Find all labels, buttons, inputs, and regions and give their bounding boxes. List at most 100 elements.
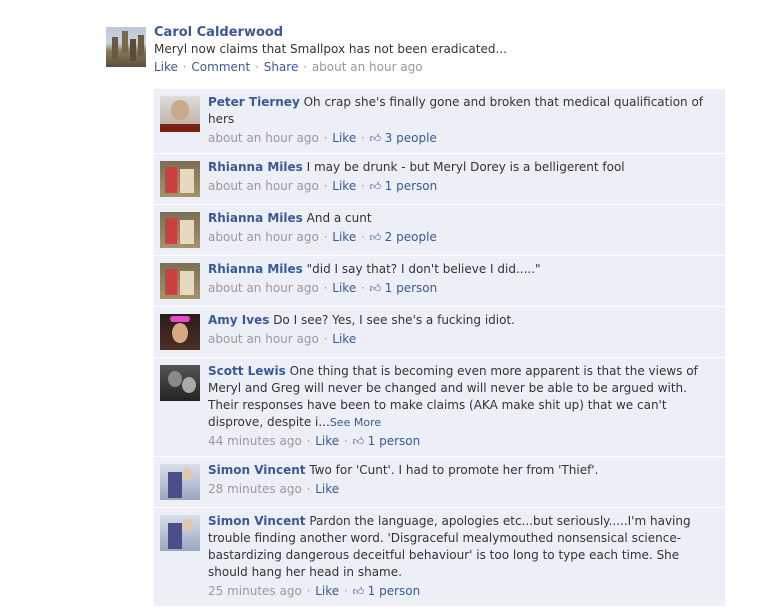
comment-timestamp[interactable]: about an hour ago: [208, 230, 319, 244]
comment: Rhianna Miles "did I say that? I don't b…: [154, 256, 725, 307]
commenter-name[interactable]: Amy Ives: [208, 313, 269, 327]
separator: ·: [319, 332, 332, 346]
comment-meta: 44 minutes ago · Like · 👍︎ 1 person: [208, 433, 719, 450]
commenter-avatar[interactable]: [160, 464, 200, 500]
post-comment-link[interactable]: Comment: [191, 60, 250, 74]
like-count-link[interactable]: 1 person: [385, 179, 438, 193]
comment-text-block: Rhianna Miles And a cunt: [208, 210, 719, 227]
comment-like-link[interactable]: Like: [315, 584, 339, 598]
thumbs-up-icon: 👍︎: [352, 585, 368, 598]
like-count-link[interactable]: 1 person: [368, 434, 421, 448]
commenter-avatar[interactable]: [160, 515, 200, 551]
comment-body: Two for 'Cunt'. I had to promote her fro…: [309, 463, 599, 477]
separator: ·: [340, 584, 352, 598]
comment-like-link[interactable]: Like: [332, 230, 356, 244]
commenter-avatar[interactable]: [160, 161, 200, 197]
comment-text-block: Amy Ives Do I see? Yes, I see she's a fu…: [208, 312, 719, 329]
comment: Rhianna Miles I may be drunk - but Meryl…: [154, 154, 725, 205]
comment-timestamp[interactable]: about an hour ago: [208, 332, 319, 346]
comment-meta: 28 minutes ago · Like: [208, 481, 719, 498]
comment-timestamp[interactable]: about an hour ago: [208, 131, 319, 145]
comment-like-link[interactable]: Like: [315, 482, 339, 496]
comments-list: Peter Tierney Oh crap she's finally gone…: [154, 89, 725, 607]
separator: ·: [303, 60, 307, 74]
commenter-avatar[interactable]: [160, 96, 200, 132]
comment-meta: about an hour ago · Like · 👍︎ 2 people: [208, 229, 719, 246]
commenter-avatar[interactable]: [160, 314, 200, 350]
comment-timestamp[interactable]: 28 minutes ago: [208, 482, 302, 496]
separator: ·: [319, 230, 332, 244]
comment-timestamp[interactable]: 44 minutes ago: [208, 434, 302, 448]
comment-text-block: Scott Lewis One thing that is becoming e…: [208, 363, 719, 431]
comment-like-link[interactable]: Like: [332, 332, 356, 346]
comment-body: And a cunt: [306, 211, 372, 225]
separator: ·: [255, 60, 259, 74]
like-count-link[interactable]: 2 people: [385, 230, 437, 244]
commenter-name[interactable]: Peter Tierney: [208, 95, 300, 109]
like-count-link[interactable]: 1 person: [368, 584, 421, 598]
comment-text-block: Simon Vincent Two for 'Cunt'. I had to p…: [208, 462, 719, 479]
post-author-avatar[interactable]: [106, 27, 146, 67]
comment: Simon Vincent Pardon the language, apolo…: [154, 508, 725, 607]
comment-text-block: Rhianna Miles "did I say that? I don't b…: [208, 261, 719, 278]
thumbs-up-icon: 👍︎: [369, 231, 385, 244]
separator: ·: [357, 281, 369, 295]
thumbs-up-icon: 👍︎: [369, 180, 385, 193]
comment-meta: 25 minutes ago · Like · 👍︎ 1 person: [208, 583, 719, 600]
comment-body: I may be drunk - but Meryl Dorey is a be…: [306, 160, 625, 174]
commenter-avatar[interactable]: [160, 212, 200, 248]
like-count-link[interactable]: 1 person: [385, 281, 438, 295]
comment-meta: about an hour ago · Like · 👍︎ 1 person: [208, 178, 719, 195]
commenter-name[interactable]: Rhianna Miles: [208, 160, 303, 174]
see-more-link[interactable]: See More: [330, 416, 381, 429]
commenter-name[interactable]: Scott Lewis: [208, 364, 286, 378]
post-share-link[interactable]: Share: [264, 60, 299, 74]
post-author-name[interactable]: Carol Calderwood: [154, 25, 714, 40]
comment-timestamp[interactable]: about an hour ago: [208, 179, 319, 193]
comment-meta: about an hour ago · Like · 👍︎ 1 person: [208, 280, 719, 297]
commenter-name[interactable]: Simon Vincent: [208, 514, 306, 528]
post-message: Meryl now claims that Smallpox has not b…: [154, 42, 507, 56]
separator: ·: [302, 434, 315, 448]
thumbs-up-icon: 👍︎: [369, 282, 385, 295]
separator: ·: [357, 230, 369, 244]
comment: Peter Tierney Oh crap she's finally gone…: [154, 89, 725, 154]
separator: ·: [340, 434, 352, 448]
thumbs-up-icon: 👍︎: [369, 132, 385, 145]
post-body: Carol Calderwood Meryl now claims that S…: [154, 25, 714, 74]
comment-body: "did I say that? I don't believe I did..…: [306, 262, 541, 276]
commenter-avatar[interactable]: [160, 263, 200, 299]
separator: ·: [302, 584, 315, 598]
comment-like-link[interactable]: Like: [332, 179, 356, 193]
like-count-link[interactable]: 3 people: [385, 131, 437, 145]
separator: ·: [319, 281, 332, 295]
post-like-link[interactable]: Like: [154, 60, 178, 74]
comment-like-link[interactable]: Like: [332, 131, 356, 145]
separator: ·: [319, 179, 332, 193]
comment-like-link[interactable]: Like: [332, 281, 356, 295]
comment-body: Do I see? Yes, I see she's a fucking idi…: [273, 313, 515, 327]
post-timestamp[interactable]: about an hour ago: [312, 60, 423, 74]
comment-meta: about an hour ago · Like · 👍︎ 3 people: [208, 130, 719, 147]
comment: Rhianna Miles And a cunt about an hour ag…: [154, 205, 725, 256]
comment-meta: about an hour ago · Like: [208, 331, 719, 348]
commenter-name[interactable]: Rhianna Miles: [208, 211, 303, 225]
separator: ·: [357, 131, 369, 145]
comment-timestamp[interactable]: 25 minutes ago: [208, 584, 302, 598]
separator: ·: [319, 131, 332, 145]
comment: Simon Vincent Two for 'Cunt'. I had to p…: [154, 457, 725, 508]
commenter-avatar[interactable]: [160, 365, 200, 401]
comment-text-block: Peter Tierney Oh crap she's finally gone…: [208, 94, 719, 128]
comment-timestamp[interactable]: about an hour ago: [208, 281, 319, 295]
separator: ·: [357, 179, 369, 193]
comment-text-block: Rhianna Miles I may be drunk - but Meryl…: [208, 159, 719, 176]
comment: Scott Lewis One thing that is becoming e…: [154, 358, 725, 457]
commenter-name[interactable]: Rhianna Miles: [208, 262, 303, 276]
separator: ·: [302, 482, 315, 496]
thumbs-up-icon: 👍︎: [352, 435, 368, 448]
commenter-name[interactable]: Simon Vincent: [208, 463, 306, 477]
separator: ·: [182, 60, 187, 74]
comment-text-block: Simon Vincent Pardon the language, apolo…: [208, 513, 719, 581]
post-actions: Like · Comment · Share · about an hour a…: [154, 60, 714, 74]
comment-like-link[interactable]: Like: [315, 434, 339, 448]
